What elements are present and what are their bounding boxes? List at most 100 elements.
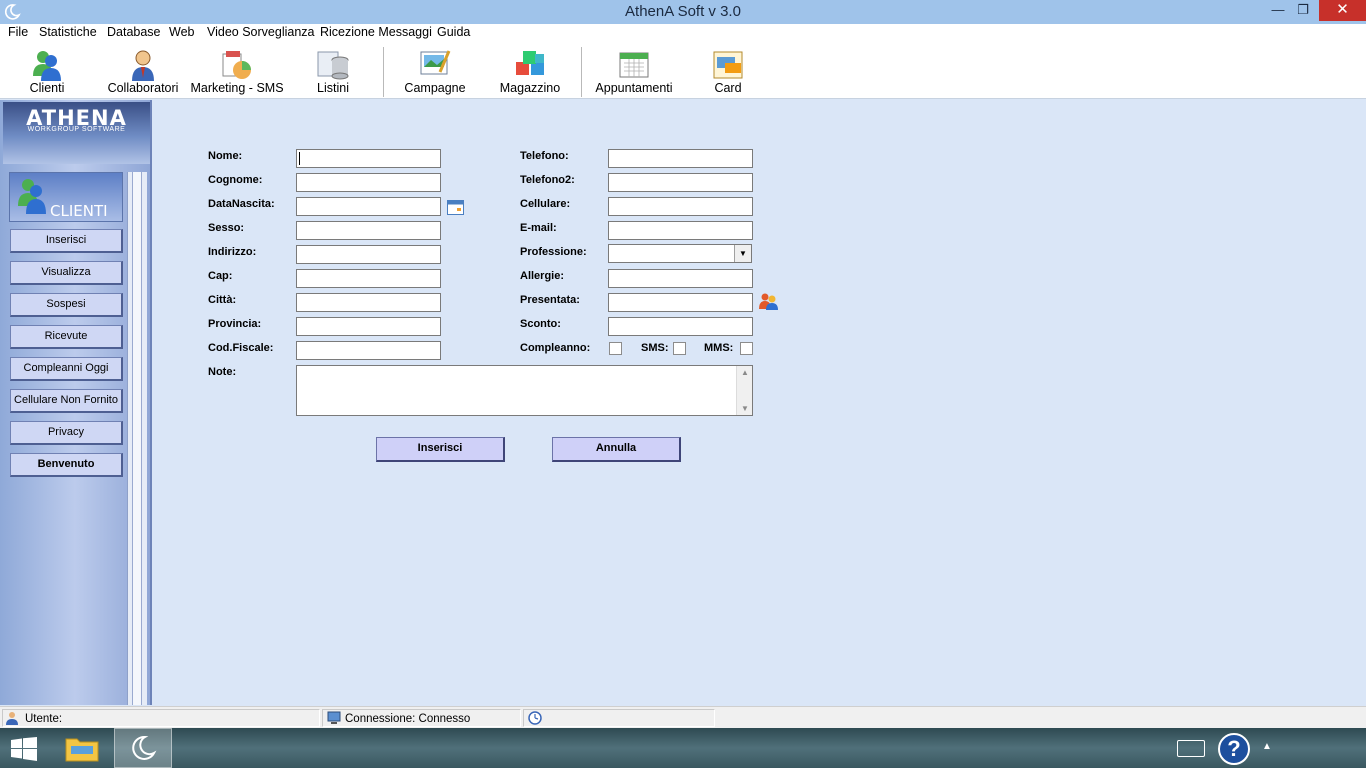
telefono2-input[interactable] [608, 173, 753, 192]
chevron-down-icon[interactable]: ▼ [734, 245, 751, 262]
cellulare-input[interactable] [608, 197, 753, 216]
database-icon [317, 51, 349, 80]
codfiscale-label: Cod.Fiscale: [208, 342, 274, 354]
toolbar-marketing-sms[interactable]: Marketing - SMS [190, 43, 284, 99]
sesso-input[interactable] [296, 221, 441, 240]
telefono-label: Telefono: [520, 150, 569, 162]
card-icon [713, 51, 743, 79]
cellulare-label: Cellulare: [520, 198, 571, 210]
note-textarea[interactable]: ▲ ▼ [296, 365, 753, 416]
sms-checkbox[interactable] [673, 342, 686, 355]
toolbar-label: Card [714, 81, 742, 95]
datanascita-input[interactable] [296, 197, 441, 216]
compleanno-checkbox[interactable] [609, 342, 622, 355]
sidebar-cellulare-non-fornito-button[interactable]: Cellulare Non Fornito [10, 389, 123, 413]
toolbar-label: Collaboratori [107, 81, 179, 95]
codfiscale-input[interactable] [296, 341, 441, 360]
inserisci-button[interactable]: Inserisci [376, 437, 505, 462]
status-connection: Connessione: Connesso [345, 713, 471, 725]
provincia-input[interactable] [296, 317, 441, 336]
email-label: E-mail: [520, 222, 557, 234]
toolbar-label: Listini [317, 81, 349, 95]
menu-ricezione-messaggi[interactable]: Ricezione Messaggi [320, 25, 432, 39]
toolbar-card[interactable]: Card [702, 43, 754, 99]
keyboard-icon[interactable] [1177, 740, 1205, 757]
sidebar-sospesi-button[interactable]: Sospesi [10, 293, 123, 317]
close-button[interactable]: ✕ [1319, 0, 1366, 21]
app-moon-icon [132, 735, 157, 760]
allergie-input[interactable] [608, 269, 753, 288]
help-icon[interactable]: ? [1218, 733, 1250, 765]
sidebar-benvenuto-button[interactable]: Benvenuto [10, 453, 123, 477]
annulla-button[interactable]: Annulla [552, 437, 681, 462]
user-icon [6, 712, 18, 725]
title-bar: AthenA Soft v 3.0 — ❐ ✕ [0, 0, 1366, 24]
status-bar: Utente: Connessione: Connesso [0, 706, 1366, 728]
status-clock-panel [523, 709, 715, 727]
clock-icon [528, 711, 542, 725]
nome-input[interactable] [296, 149, 441, 168]
menu-bar: File Statistiche Database Web Video Sorv… [0, 24, 1366, 43]
toolbar-label: Clienti [29, 81, 65, 95]
athena-logo: ATHENA WORKGROUP SOFTWARE [3, 102, 150, 164]
menu-guida[interactable]: Guida [437, 25, 470, 39]
indirizzo-input[interactable] [296, 245, 441, 264]
menu-web[interactable]: Web [169, 25, 194, 39]
provincia-label: Provincia: [208, 318, 262, 330]
scrollbar-track[interactable] [132, 172, 142, 705]
sidebar-compleanni-oggi-button[interactable]: Compleanni Oggi [10, 357, 123, 381]
toolbar-magazzino[interactable]: Magazzino [498, 43, 562, 99]
cognome-label: Cognome: [208, 174, 263, 186]
users-icon [33, 51, 61, 81]
cognome-input[interactable] [296, 173, 441, 192]
menu-video-sorveglianza[interactable]: Video Sorveglianza [207, 25, 314, 39]
collaborator-icon [132, 50, 154, 81]
toolbar-collaboratori[interactable]: Collaboratori [106, 43, 180, 99]
email-input[interactable] [608, 221, 753, 240]
folder-icon [65, 738, 99, 762]
window-title: AthenA Soft v 3.0 [625, 3, 741, 20]
telefono-input[interactable] [608, 149, 753, 168]
sconto-input[interactable] [608, 317, 753, 336]
maximize-button[interactable]: ❐ [1290, 0, 1316, 21]
section-header-clienti: CLIENTI [9, 172, 123, 222]
allergie-label: Allergie: [520, 270, 565, 282]
cap-input[interactable] [296, 269, 441, 288]
compleanno-label: Compleanno: [520, 342, 591, 354]
scroll-down-icon[interactable]: ▼ [737, 404, 753, 413]
scroll-up-icon[interactable]: ▲ [737, 368, 753, 377]
sesso-label: Sesso: [208, 222, 245, 234]
contact-lookup-icon[interactable] [759, 292, 778, 310]
toolbar-clienti[interactable]: Clienti [14, 43, 80, 99]
sidebar-visualizza-button[interactable]: Visualizza [10, 261, 123, 285]
toolbar-label: Marketing - SMS [190, 81, 284, 95]
sidebar-privacy-button[interactable]: Privacy [10, 421, 123, 445]
tray-chevron-up-icon[interactable]: ▲ [1262, 741, 1272, 752]
menu-database[interactable]: Database [107, 25, 161, 39]
note-label: Note: [208, 366, 237, 378]
professione-select[interactable]: ▼ [608, 244, 752, 263]
marketing-icon [222, 51, 251, 79]
athena-taskbar-button[interactable] [114, 728, 172, 768]
toolbar-label: Campagne [404, 81, 466, 95]
note-scrollbar[interactable]: ▲ ▼ [736, 366, 752, 415]
presentata-input[interactable] [608, 293, 753, 312]
toolbar-appuntamenti[interactable]: Appuntamenti [594, 43, 674, 99]
sms-label: SMS: [641, 342, 669, 354]
mms-label: MMS: [704, 342, 734, 354]
side-scrollbar[interactable] [127, 172, 147, 705]
file-explorer-taskbar-button[interactable] [56, 728, 114, 768]
calendar-icon [619, 52, 649, 78]
sidebar-inserisci-button[interactable]: Inserisci [10, 229, 123, 253]
minimize-button[interactable]: — [1265, 0, 1291, 21]
warehouse-icon [516, 51, 544, 75]
menu-statistiche[interactable]: Statistiche [39, 25, 97, 39]
toolbar-listini[interactable]: Listini [300, 43, 366, 99]
windows-start-icon[interactable] [11, 737, 37, 761]
toolbar-campagne[interactable]: Campagne [400, 43, 470, 99]
citta-input[interactable] [296, 293, 441, 312]
mms-checkbox[interactable] [740, 342, 753, 355]
menu-file[interactable]: File [8, 25, 28, 39]
sidebar-ricevute-button[interactable]: Ricevute [10, 325, 123, 349]
calendar-picker-icon[interactable] [447, 200, 464, 215]
